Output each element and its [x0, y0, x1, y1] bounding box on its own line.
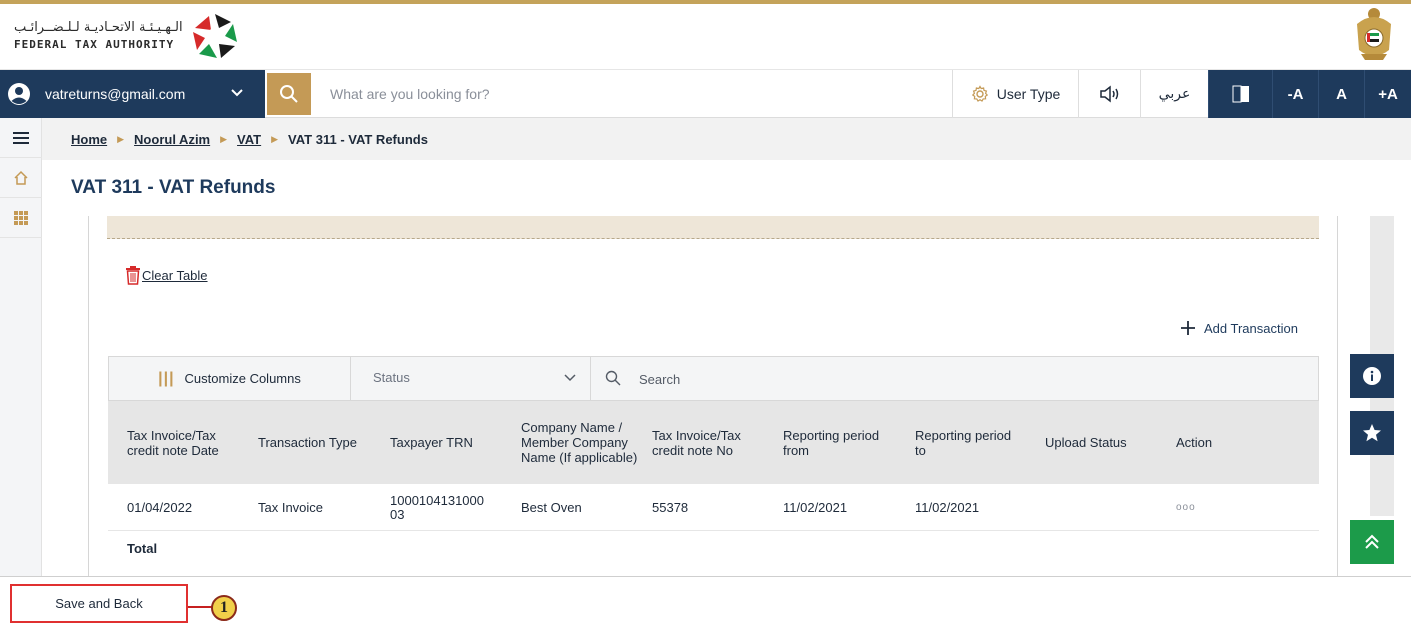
table-toolbar: ||| Customize Columns Status: [108, 356, 1319, 401]
fta-logo[interactable]: الـهـيـئـة الاتحـاديـة لـلـضــرائـب FEDE…: [14, 10, 241, 62]
add-transaction-label: Add Transaction: [1204, 320, 1298, 336]
column-header-period-to[interactable]: Reporting period to: [915, 401, 1015, 484]
audio-button[interactable]: [1078, 70, 1140, 118]
logo-english-text: FEDERAL TAX AUTHORITY: [14, 38, 175, 51]
search-icon: [605, 370, 621, 386]
save-and-back-button[interactable]: Save and Back: [10, 584, 188, 623]
breadcrumb-separator-icon: ▶: [271, 133, 279, 144]
font-increase-button[interactable]: +A: [1364, 70, 1411, 118]
column-header-action: Action: [1176, 435, 1213, 450]
callout-connector: [188, 606, 212, 608]
breadcrumb-separator-icon: ▶: [117, 133, 125, 144]
font-normal-button[interactable]: A: [1318, 70, 1364, 118]
left-sidebar: [0, 118, 42, 576]
trash-icon: [126, 266, 140, 285]
clear-table-label: Clear Table: [142, 267, 208, 283]
global-search-input[interactable]: [318, 80, 918, 108]
column-header-invoice-no[interactable]: Tax Invoice/Tax credit note No: [652, 401, 770, 484]
cell-company-name: Best Oven: [521, 499, 582, 515]
gear-icon: [971, 85, 988, 102]
favorite-button[interactable]: [1350, 411, 1394, 455]
user-avatar-icon: [8, 83, 30, 105]
cell-invoice-date: 01/04/2022: [127, 499, 193, 515]
grid-apps-icon: [14, 210, 28, 225]
info-button[interactable]: [1350, 354, 1394, 398]
customize-columns-button[interactable]: ||| Customize Columns: [109, 357, 351, 400]
cell-taxpayer-trn: 1000104131000 03: [390, 492, 484, 522]
page-title: VAT 311 - VAT Refunds: [71, 177, 276, 198]
table-total-label: Total: [127, 541, 158, 556]
columns-icon: |||: [158, 369, 175, 387]
menu-toggle-button[interactable]: [0, 118, 42, 158]
column-header-taxpayer-trn[interactable]: Taxpayer TRN: [390, 401, 510, 484]
status-select[interactable]: Status: [351, 357, 591, 400]
table-row[interactable]: 01/04/2022 Tax Invoice 1000104131000 03 …: [108, 484, 1319, 531]
step-callout-badge: 1: [211, 595, 237, 621]
user-type-label: User Type: [996, 86, 1061, 102]
plus-icon: [1181, 321, 1195, 335]
add-transaction-button[interactable]: Add Transaction: [1180, 320, 1298, 336]
scroll-to-top-button[interactable]: [1350, 520, 1394, 564]
status-select-label: Status: [373, 370, 410, 385]
info-strip: [107, 216, 1319, 239]
chevron-down-icon: [564, 374, 576, 382]
speaker-icon: [1099, 85, 1118, 103]
top-navbar: vatreturns@gmail.com User Type عربي -A A: [0, 70, 1411, 118]
search-icon: [280, 85, 298, 103]
breadcrumb-home-link[interactable]: Home: [71, 132, 107, 147]
cell-period-to: 11/02/2021: [915, 499, 980, 515]
chevron-down-icon: [231, 89, 243, 97]
clear-table-link[interactable]: Clear Table: [124, 265, 208, 285]
sidebar-apps-button[interactable]: [0, 198, 42, 238]
cell-upload-status: [1045, 484, 1165, 531]
row-actions-menu-icon[interactable]: ooo: [1176, 484, 1216, 531]
breadcrumb: Home ▶ Noorul Azim ▶ VAT ▶ VAT 311 - VAT…: [42, 118, 1411, 160]
column-header-period-from[interactable]: Reporting period from: [783, 401, 883, 484]
form-footer: Save and Back 1: [0, 576, 1411, 633]
breadcrumb-separator-icon: ▶: [220, 133, 228, 144]
column-header-company-name[interactable]: Company Name / Member Company Name (If a…: [521, 401, 639, 484]
column-header-transaction-type[interactable]: Transaction Type: [258, 401, 378, 484]
sidebar-home-button[interactable]: [0, 158, 42, 198]
search-button[interactable]: [267, 73, 311, 115]
uae-emblem-icon: [1357, 8, 1391, 60]
breadcrumb-user-link[interactable]: Noorul Azim: [134, 132, 210, 147]
font-decrease-button[interactable]: -A: [1272, 70, 1318, 118]
account-email: vatreturns@gmail.com: [45, 86, 186, 102]
breadcrumb-vat-link[interactable]: VAT: [237, 132, 261, 147]
cell-transaction-type: Tax Invoice: [258, 499, 324, 515]
arabic-language-link[interactable]: عربي: [1140, 70, 1208, 118]
logo-arabic-text: الـهـيـئـة الاتحـاديـة لـلـضــرائـب: [14, 20, 183, 35]
contrast-toggle-button[interactable]: [1208, 70, 1272, 118]
contrast-icon: [1232, 85, 1249, 103]
site-header: الـهـيـئـة الاتحـاديـة لـلـضــرائـب FEDE…: [0, 4, 1411, 70]
star-icon: [1363, 424, 1381, 442]
user-type-button[interactable]: User Type: [952, 70, 1078, 118]
column-header-invoice-date[interactable]: Tax Invoice/Tax credit note Date: [127, 401, 247, 484]
fta-logo-icon: [192, 14, 237, 58]
table-search-input[interactable]: [639, 365, 1239, 393]
home-icon: [14, 170, 28, 185]
cell-invoice-no: 55378: [652, 499, 689, 515]
column-header-upload-status[interactable]: Upload Status: [1045, 401, 1165, 484]
table-header: Tax Invoice/Tax credit note Date Transac…: [108, 401, 1319, 484]
customize-columns-label: Customize Columns: [184, 371, 301, 386]
info-icon: [1363, 367, 1381, 385]
cell-period-from: 11/02/2021: [783, 499, 848, 515]
hamburger-menu-icon: [13, 131, 29, 144]
double-chevron-up-icon: [1365, 534, 1379, 549]
breadcrumb-current: VAT 311 - VAT Refunds: [288, 131, 428, 147]
account-dropdown[interactable]: vatreturns@gmail.com: [0, 70, 265, 118]
